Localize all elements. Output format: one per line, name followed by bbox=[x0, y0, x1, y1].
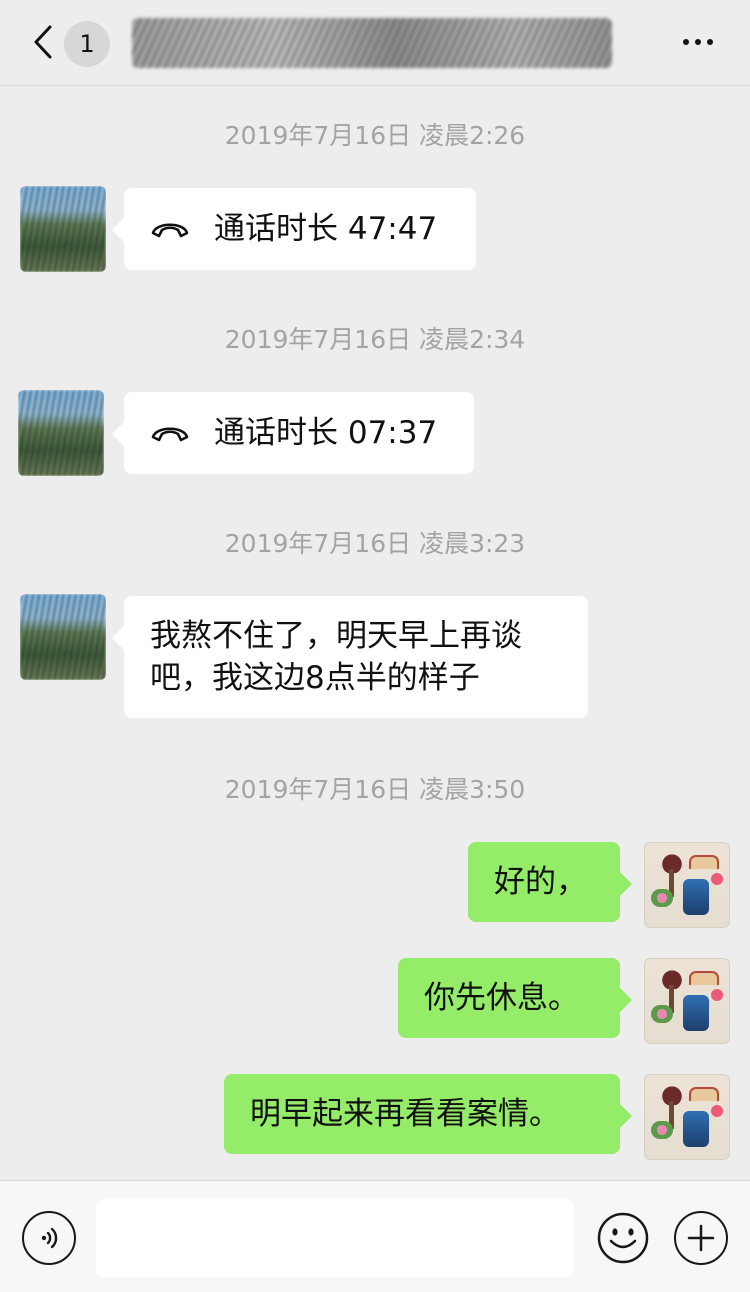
message-bubble[interactable]: 你先休息。 bbox=[398, 958, 632, 1038]
chat-header: 1 bbox=[0, 0, 750, 86]
chat-title-redacted bbox=[132, 18, 612, 68]
message-text: 你先休息。 bbox=[424, 980, 579, 1016]
voice-input-button[interactable] bbox=[22, 1211, 76, 1265]
message-text-line: 我熬不住了，明天早上再谈 bbox=[150, 618, 522, 654]
contact-avatar[interactable] bbox=[20, 186, 106, 272]
input-bar bbox=[0, 1180, 750, 1292]
message-timestamp: 2019年7月16日 凌晨3:50 bbox=[224, 775, 526, 804]
more-functions-button[interactable] bbox=[674, 1211, 728, 1265]
message-bubble[interactable]: 明早起来再看看案情。 bbox=[224, 1074, 632, 1154]
back-button[interactable] bbox=[26, 20, 60, 64]
message-text: 明早起来再看看案情。 bbox=[250, 1096, 560, 1132]
my-avatar[interactable] bbox=[644, 1074, 730, 1160]
call-duration-text: 通话时长 07:37 bbox=[214, 415, 438, 451]
message-input[interactable] bbox=[96, 1199, 574, 1277]
my-avatar[interactable] bbox=[644, 958, 730, 1044]
message-timestamp: 2019年7月16日 凌晨2:34 bbox=[224, 325, 526, 354]
voice-icon bbox=[41, 1227, 58, 1249]
emoji-button[interactable] bbox=[596, 1211, 650, 1265]
chevron-left-icon bbox=[34, 25, 52, 59]
call-record-bubble[interactable]: 通话时长 47:47 bbox=[112, 188, 476, 270]
plus-icon bbox=[687, 1224, 715, 1252]
message-timestamp: 2019年7月16日 凌晨3:23 bbox=[224, 529, 526, 558]
message-text: 好的， bbox=[494, 864, 587, 900]
message-bubble[interactable]: 我熬不住了，明天早上再谈 吧，我这边8点半的样子 bbox=[112, 596, 588, 718]
phone-hangup-icon bbox=[148, 214, 192, 244]
more-options-button[interactable] bbox=[676, 22, 720, 62]
message-bubble[interactable]: 好的， bbox=[468, 842, 632, 922]
call-duration-text: 通话时长 47:47 bbox=[214, 211, 438, 247]
contact-avatar[interactable] bbox=[20, 594, 106, 680]
more-dots-icon bbox=[683, 39, 689, 45]
message-timestamp: 2019年7月16日 凌晨2:26 bbox=[224, 121, 526, 150]
message-text-line: 吧，我这边8点半的样子 bbox=[150, 660, 480, 696]
call-record-bubble[interactable]: 通话时长 07:37 bbox=[112, 392, 474, 474]
phone-hangup-icon bbox=[148, 418, 192, 448]
unread-count-badge[interactable]: 1 bbox=[64, 21, 110, 67]
contact-avatar[interactable] bbox=[18, 390, 104, 476]
emoji-icon bbox=[597, 1212, 649, 1264]
my-avatar[interactable] bbox=[644, 842, 730, 928]
